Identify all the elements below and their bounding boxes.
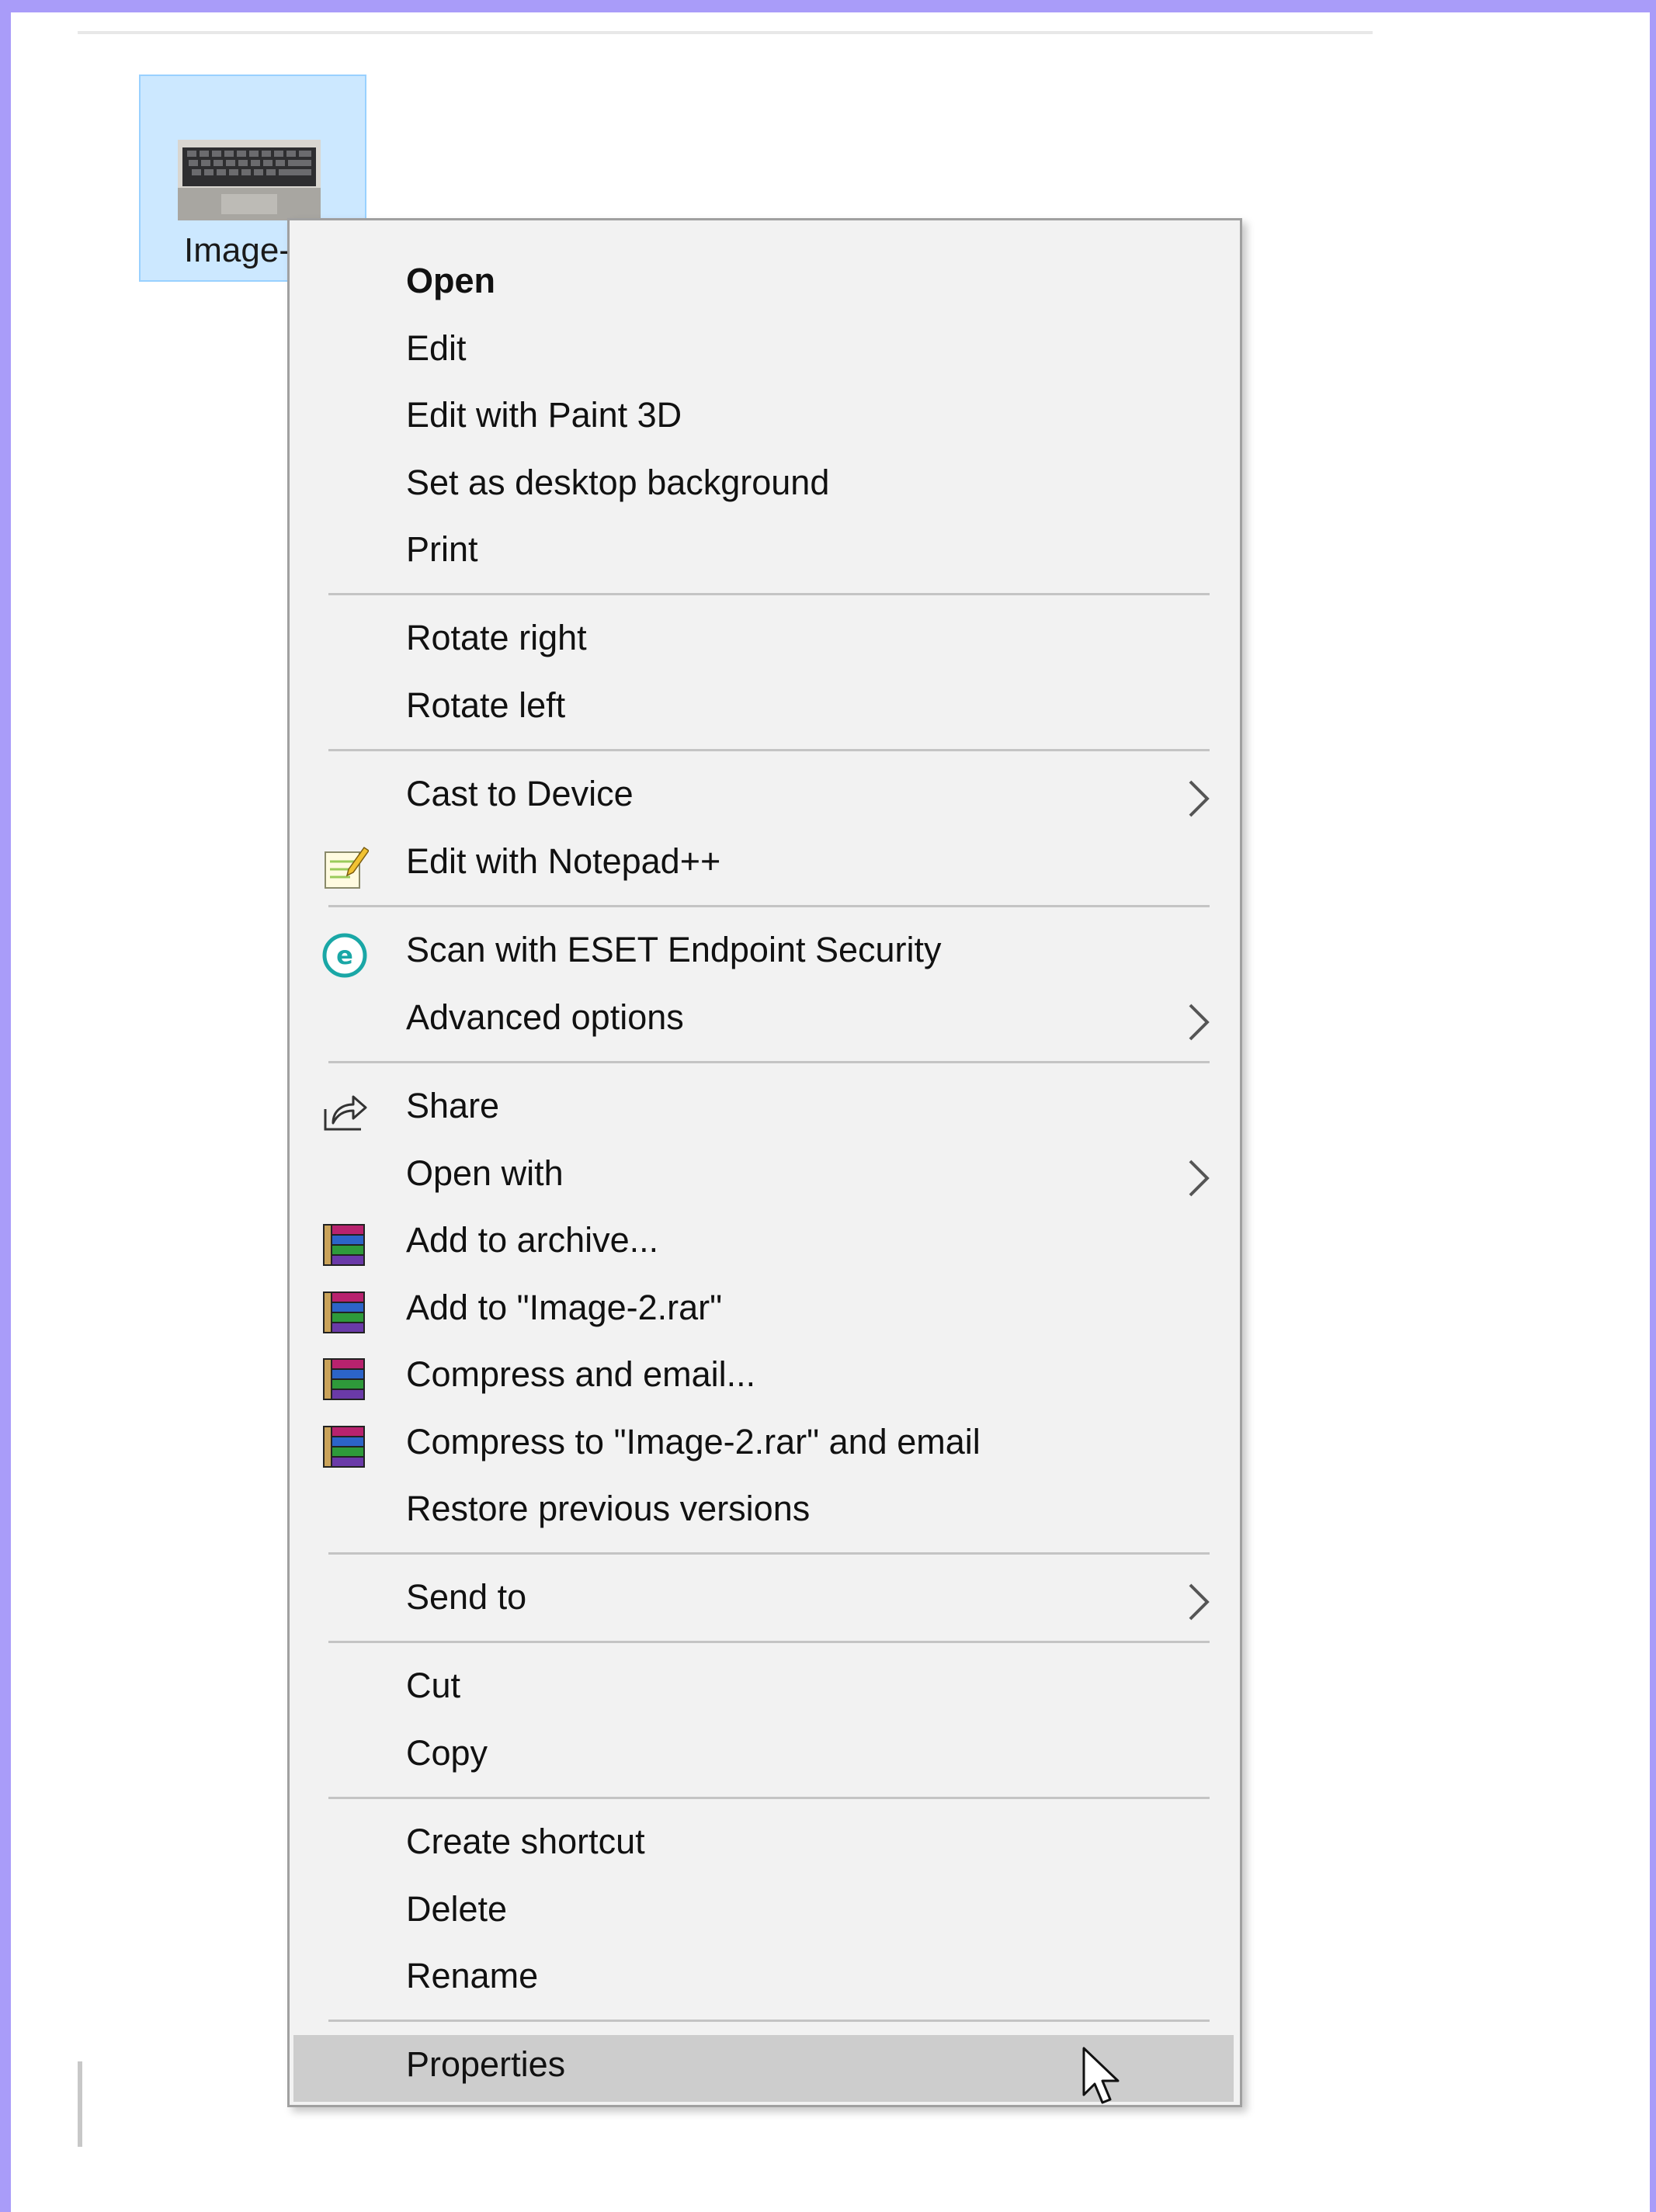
- menu-item-add-to-image-2-rar[interactable]: Add to "Image-2.rar": [290, 1278, 1240, 1345]
- menu-item-label: Rotate right: [406, 618, 587, 657]
- menu-item-add-to-archive[interactable]: Add to archive...: [290, 1211, 1240, 1278]
- menu-item-label: Rotate left: [406, 685, 566, 725]
- menu-separator: [328, 1641, 1210, 1643]
- menu-item-label: Cut: [406, 1666, 461, 1705]
- menu-item-edit-with-notepad[interactable]: Edit with Notepad++: [290, 832, 1240, 899]
- menu-item-label: Print: [406, 529, 478, 569]
- winrar-books-icon: [323, 1358, 365, 1400]
- menu-item-label: Share: [406, 1086, 500, 1125]
- menu-item-scan-with-eset[interactable]: e Scan with ESET Endpoint Security: [290, 921, 1240, 987]
- menu-item-send-to[interactable]: Send to: [290, 1568, 1240, 1635]
- menu-item-label: Properties: [406, 2044, 566, 2084]
- chevron-right-icon: [1189, 1583, 1210, 1621]
- image-thumbnail-icon: [178, 140, 321, 220]
- menu-item-create-shortcut[interactable]: Create shortcut: [290, 1812, 1240, 1879]
- menu-item-label: Add to archive...: [406, 1220, 659, 1260]
- top-divider: [78, 31, 1373, 34]
- menu-item-rotate-right[interactable]: Rotate right: [290, 608, 1240, 675]
- menu-item-label: Delete: [406, 1889, 508, 1929]
- file-name-label: Image-: [184, 231, 290, 269]
- menu-separator: [328, 1797, 1210, 1799]
- menu-item-label: Edit with Paint 3D: [406, 395, 682, 435]
- menu-item-cut[interactable]: Cut: [290, 1656, 1240, 1723]
- menu-item-print[interactable]: Print: [290, 520, 1240, 587]
- menu-item-copy[interactable]: Copy: [290, 1724, 1240, 1791]
- mouse-pointer-icon: [1082, 2047, 1120, 2104]
- menu-item-label: Restore previous versions: [406, 1489, 811, 1528]
- menu-separator: [328, 749, 1210, 751]
- menu-separator: [328, 1552, 1210, 1555]
- menu-item-edit-with-paint-3d[interactable]: Edit with Paint 3D: [290, 386, 1240, 452]
- menu-item-label: Send to: [406, 1577, 527, 1617]
- menu-separator: [328, 2020, 1210, 2022]
- menu-item-label: Open with: [406, 1153, 564, 1193]
- svg-text:e: e: [336, 941, 353, 970]
- menu-item-label: Advanced options: [406, 997, 684, 1037]
- menu-separator: [328, 905, 1210, 907]
- menu-item-label: Edit: [406, 328, 467, 368]
- menu-item-compress-and-email[interactable]: Compress and email...: [290, 1345, 1240, 1412]
- menu-item-open-with[interactable]: Open with: [290, 1144, 1240, 1211]
- menu-separator: [328, 593, 1210, 595]
- menu-item-rotate-left[interactable]: Rotate left: [290, 676, 1240, 743]
- menu-item-compress-to-rar-and-email[interactable]: Compress to "Image-2.rar" and email: [290, 1413, 1240, 1479]
- menu-item-edit[interactable]: Edit: [290, 319, 1240, 386]
- menu-item-set-as-desktop-background[interactable]: Set as desktop background: [290, 453, 1240, 520]
- menu-item-cast-to-device[interactable]: Cast to Device: [290, 764, 1240, 831]
- menu-item-label: Cast to Device: [406, 774, 634, 813]
- menu-item-label: Set as desktop background: [406, 463, 830, 502]
- menu-item-label: Edit with Notepad++: [406, 841, 721, 881]
- share-icon: [324, 1095, 367, 1131]
- winrar-books-icon: [323, 1426, 365, 1468]
- frame-edge: [1650, 0, 1656, 2212]
- menu-item-label: Copy: [406, 1733, 488, 1773]
- winrar-books-icon: [323, 1224, 365, 1266]
- chevron-right-icon: [1189, 1004, 1210, 1041]
- chevron-right-icon: [1189, 1160, 1210, 1197]
- menu-item-label: Rename: [406, 1956, 539, 1995]
- menu-item-label: Open: [406, 261, 496, 300]
- eset-icon: e: [322, 933, 367, 978]
- menu-item-label: Add to "Image-2.rar": [406, 1288, 723, 1327]
- menu-item-delete[interactable]: Delete: [290, 1880, 1240, 1947]
- menu-item-label: Compress to "Image-2.rar" and email: [406, 1422, 981, 1461]
- winrar-books-icon: [323, 1291, 365, 1333]
- notepad-plus-plus-icon: [325, 846, 369, 889]
- menu-item-open[interactable]: Open: [290, 251, 1240, 318]
- menu-item-label: Scan with ESET Endpoint Security: [406, 930, 942, 969]
- menu-item-label: Compress and email...: [406, 1354, 756, 1394]
- menu-item-rename[interactable]: Rename: [290, 1947, 1240, 2013]
- menu-item-advanced-options[interactable]: Advanced options: [290, 988, 1240, 1055]
- menu-item-share[interactable]: Share: [290, 1077, 1240, 1143]
- menu-item-label: Create shortcut: [406, 1822, 645, 1861]
- scroll-edge: [78, 2061, 82, 2147]
- chevron-right-icon: [1189, 780, 1210, 817]
- context-menu: Open Edit Edit with Paint 3D Set as desk…: [287, 218, 1242, 2107]
- menu-item-restore-previous-versions[interactable]: Restore previous versions: [290, 1479, 1240, 1546]
- menu-separator: [328, 1061, 1210, 1063]
